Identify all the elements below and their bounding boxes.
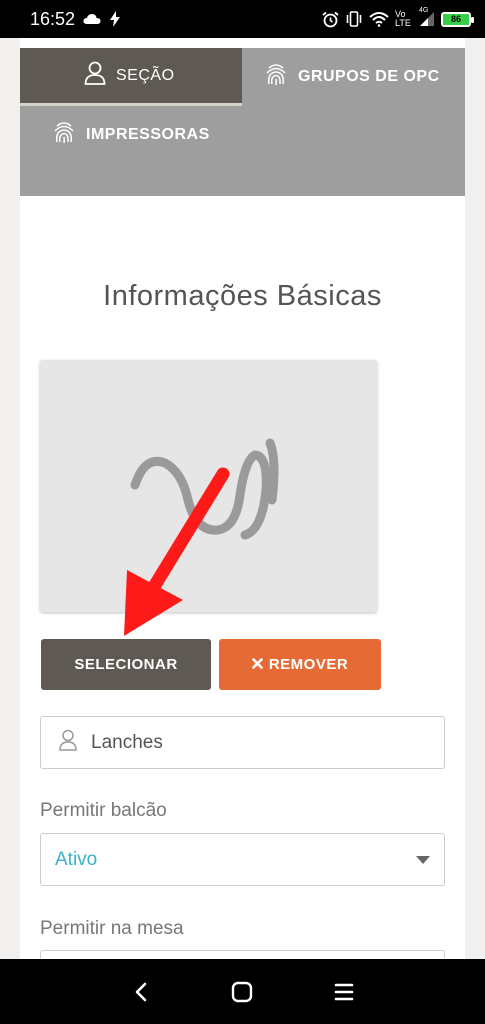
status-time: 16:52 — [30, 8, 76, 29]
name-input-value: Lanches — [91, 731, 163, 753]
network-type: 4G — [419, 7, 429, 14]
select-button-label: SELECIONAR — [74, 656, 178, 673]
flash-icon — [109, 11, 121, 27]
network-label: Vo LTE — [395, 9, 411, 28]
fingerprint-icon — [52, 121, 76, 150]
tab-impressoras[interactable]: IMPRESSORAS — [20, 106, 242, 164]
home-icon[interactable] — [222, 972, 262, 1012]
recents-icon[interactable] — [324, 972, 364, 1012]
permitir-balcao-label: Permitir balcão — [40, 800, 167, 821]
select-image-button[interactable]: SELECIONAR — [41, 639, 211, 690]
alarm-icon — [322, 11, 339, 28]
battery-level: 86 — [450, 14, 461, 24]
wifi-icon — [369, 11, 389, 27]
permitir-balcao-value: Ativo — [55, 848, 98, 870]
remove-image-button[interactable]: REMOVER — [219, 639, 381, 690]
user-icon — [59, 729, 77, 757]
vibrate-icon — [345, 11, 363, 27]
back-icon[interactable] — [121, 972, 161, 1012]
section-title: Informações Básicas — [103, 280, 382, 312]
signal-icon: 4G — [419, 7, 435, 27]
tab-bar: SEÇÃO GRUPOS DE OPC IMPRESSORAS — [20, 48, 465, 196]
user-icon — [84, 61, 106, 90]
chevron-down-icon — [416, 855, 430, 864]
close-icon — [252, 656, 263, 673]
navigation-bar — [0, 959, 485, 1024]
permitir-mesa-select[interactable] — [40, 950, 445, 959]
battery-icon: 86 — [441, 11, 474, 27]
permitir-balcao-select[interactable]: Ativo — [40, 833, 445, 886]
content-card: SEÇÃO GRUPOS DE OPC IMPRESSORAS Informaç… — [20, 38, 465, 959]
name-input[interactable]: Lanches — [40, 716, 445, 769]
image-placeholder-icon — [130, 438, 279, 540]
tab-secao-label: SEÇÃO — [116, 66, 175, 84]
fingerprint-icon — [264, 63, 288, 92]
remove-button-label: REMOVER — [268, 656, 349, 673]
tab-grupos[interactable]: GRUPOS DE OPC — [244, 48, 465, 106]
status-bar: 16:52 Vo LTE 4G 86 — [0, 0, 485, 38]
tab-secao[interactable]: SEÇÃO — [20, 48, 242, 106]
tab-impressoras-label: IMPRESSORAS — [86, 126, 210, 143]
permitir-mesa-label: Permitir na mesa — [40, 918, 184, 939]
image-placeholder[interactable] — [40, 360, 377, 612]
tab-grupos-label: GRUPOS DE OPC — [298, 68, 440, 85]
cloud-icon — [83, 13, 101, 25]
